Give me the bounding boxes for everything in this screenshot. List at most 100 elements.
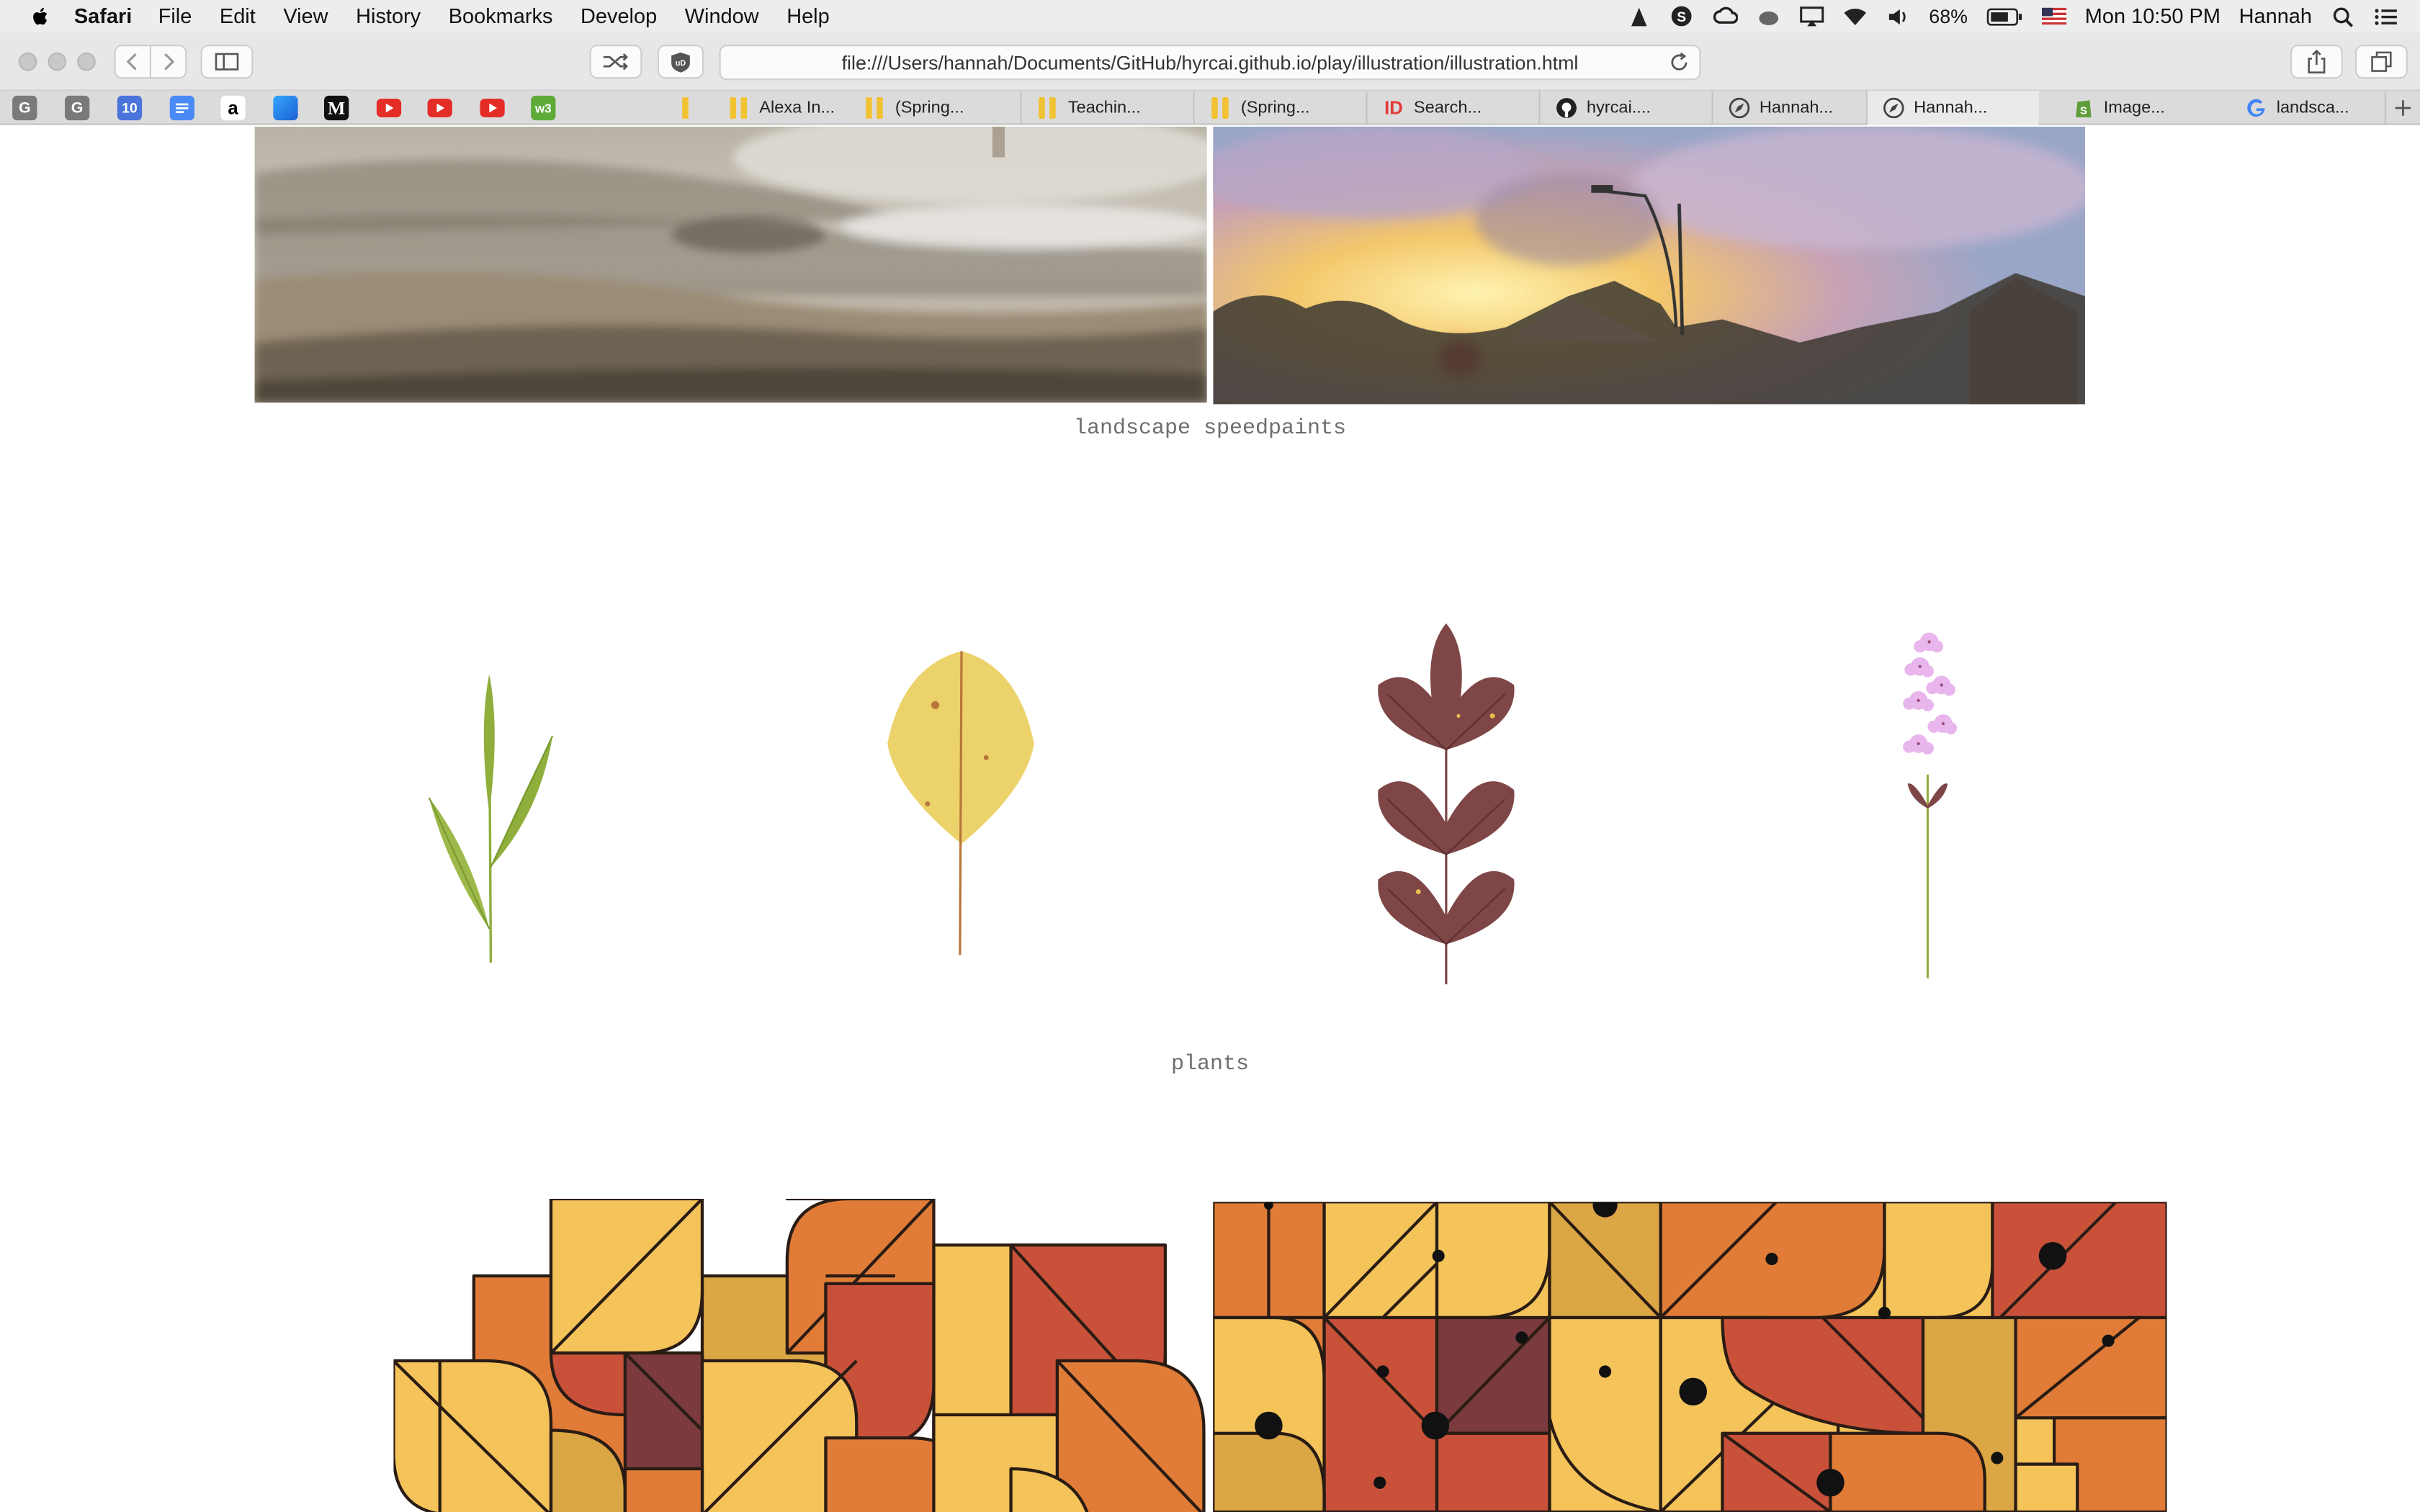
tab-overview-button[interactable] <box>2355 45 2408 79</box>
folder-icon <box>864 97 886 119</box>
favorite-docs-icon[interactable] <box>169 95 194 121</box>
minimize-window-button[interactable] <box>48 52 67 71</box>
airplay-icon[interactable] <box>1799 4 1824 28</box>
compass-icon <box>1729 97 1750 119</box>
favorite-w3-icon[interactable]: w3 <box>531 95 556 121</box>
close-window-button[interactable] <box>18 52 37 71</box>
shuffle-icon <box>603 53 628 71</box>
tab-label: hyrcai.... <box>1586 99 1651 117</box>
tab-spring-2[interactable]: (Spring... <box>1193 91 1366 125</box>
cloud-sync-icon[interactable] <box>1756 4 1780 28</box>
tab-alexa[interactable]: Alexa In... <box>713 91 849 125</box>
tab-label: Alexa In... <box>759 99 835 117</box>
sidebar-icon <box>215 53 239 71</box>
us-flag-icon[interactable] <box>2041 4 2067 28</box>
tab-label: landsca... <box>2276 99 2349 117</box>
plant-yellow-leaf-illustration[interactable] <box>879 644 1049 960</box>
creative-cloud-icon[interactable] <box>1713 4 1738 28</box>
favorite-g-icon[interactable]: G <box>12 95 37 121</box>
tab-image[interactable]: S Image... <box>2057 91 2211 125</box>
menu-history[interactable]: History <box>356 4 421 27</box>
favorite-youtube-icon[interactable] <box>376 99 402 117</box>
menu-app-safari[interactable]: Safari <box>74 4 132 27</box>
spotlight-search-icon[interactable] <box>2331 4 2355 28</box>
landscape-painting-sunset[interactable] <box>1213 126 2085 405</box>
web-page: landscape speedpaints plants <box>0 126 2420 1512</box>
folder-icon <box>1210 97 1232 119</box>
favorite-calendar-icon[interactable]: 10 <box>117 95 143 121</box>
forward-button[interactable] <box>149 45 187 79</box>
tab-label: (Spring... <box>1240 99 1310 117</box>
favorite-blue-square-icon[interactable] <box>273 95 298 121</box>
favorite-g-icon[interactable]: G <box>65 95 90 121</box>
favorite-youtube-icon[interactable] <box>480 99 505 117</box>
tab-folder-1[interactable] <box>663 91 689 125</box>
tab-hannah-2-active[interactable]: Hannah... <box>1865 91 2039 125</box>
wifi-icon[interactable] <box>1842 4 1867 28</box>
tab-label: (Spring... <box>895 99 964 117</box>
tab-label: Hannah... <box>1759 99 1834 117</box>
leaf-pattern-tile[interactable] <box>1213 1202 2167 1512</box>
reload-icon[interactable] <box>1668 51 1690 74</box>
menu-view[interactable]: View <box>283 4 328 27</box>
svg-text:uD: uD <box>676 58 686 67</box>
tab-label: Image... <box>2103 99 2165 117</box>
tabs-icon <box>2371 51 2392 72</box>
shuffle-extension-button[interactable] <box>589 45 642 79</box>
share-button[interactable] <box>2290 45 2343 79</box>
zoom-window-button[interactable] <box>77 52 96 71</box>
clock[interactable]: Mon 10:50 PM <box>2085 4 2220 27</box>
favorites-and-tabs-bar: G G 10 a M w3 Alexa In... (Spring... Tea… <box>0 91 2420 125</box>
share-icon <box>2308 49 2326 73</box>
folder-icon <box>679 97 691 119</box>
svg-text:S: S <box>1677 10 1687 25</box>
menu-develop[interactable]: Develop <box>581 4 657 27</box>
volume-icon[interactable] <box>1886 4 1910 28</box>
tab-spring-1[interactable]: (Spring... <box>849 91 1003 125</box>
caption-plants: plants <box>1170 1052 1250 1077</box>
menu-window[interactable]: Window <box>685 4 759 27</box>
browser-toolbar: uD file:///Users/hannah/Documents/GitHub… <box>0 32 2420 91</box>
tab-hyrcai[interactable]: hyrcai.... <box>1538 91 1711 125</box>
favorite-medium-icon[interactable]: M <box>324 95 349 121</box>
url-text: file:///Users/hannah/Documents/GitHub/hy… <box>841 51 1579 73</box>
sidebar-button[interactable] <box>200 45 254 79</box>
folder-icon <box>1037 97 1059 119</box>
menu-edit[interactable]: Edit <box>220 4 256 27</box>
address-bar[interactable]: file:///Users/hannah/Documents/GitHub/hy… <box>719 45 1701 81</box>
plant-pink-flower-illustration[interactable] <box>1886 620 1979 983</box>
github-icon <box>1556 97 1577 119</box>
battery-icon[interactable] <box>1986 4 2023 28</box>
tab-label: Hannah... <box>1914 99 1988 117</box>
folder-icon <box>728 97 750 119</box>
screen: Safari File Edit View History Bookmarks … <box>0 0 2420 1512</box>
ublock-extension-button[interactable]: uD <box>657 45 704 79</box>
apple-icon[interactable] <box>28 4 53 28</box>
shopify-icon: S <box>2073 97 2094 119</box>
notification-center-icon[interactable] <box>2374 4 2398 28</box>
tab-landscape[interactable]: landsca... <box>2230 91 2384 125</box>
landscape-painting-hills[interactable] <box>254 126 1207 403</box>
vlc-icon[interactable] <box>1626 4 1651 28</box>
plant-maroon-fern-illustration[interactable] <box>1366 620 1536 990</box>
leaf-pattern-cluster[interactable] <box>393 1199 1211 1512</box>
skype-icon[interactable]: S <box>1670 4 1694 28</box>
chevron-left-icon <box>126 53 137 71</box>
menu-help[interactable]: Help <box>786 4 829 27</box>
chevron-right-icon <box>164 53 175 71</box>
back-button[interactable] <box>114 45 151 79</box>
menu-file[interactable]: File <box>158 4 192 27</box>
tab-search[interactable]: ID Search... <box>1366 91 1538 125</box>
plant-grass-illustration[interactable] <box>417 667 571 976</box>
user-name[interactable]: Hannah <box>2239 4 2312 27</box>
new-tab-button[interactable] <box>2384 91 2420 125</box>
tab-teaching[interactable]: Teachin... <box>1020 91 1193 125</box>
favorite-youtube-icon[interactable] <box>427 99 452 117</box>
menu-bar: Safari File Edit View History Bookmarks … <box>0 0 2420 32</box>
status-area: S 68% Mon 10:50 PM Hannah <box>1626 0 2398 32</box>
google-icon <box>2246 97 2267 119</box>
id-icon: ID <box>1384 97 1403 119</box>
menu-bookmarks[interactable]: Bookmarks <box>449 4 553 27</box>
tab-hannah-1[interactable]: Hannah... <box>1711 91 1865 125</box>
favorite-amazon-icon[interactable]: a <box>220 95 246 121</box>
